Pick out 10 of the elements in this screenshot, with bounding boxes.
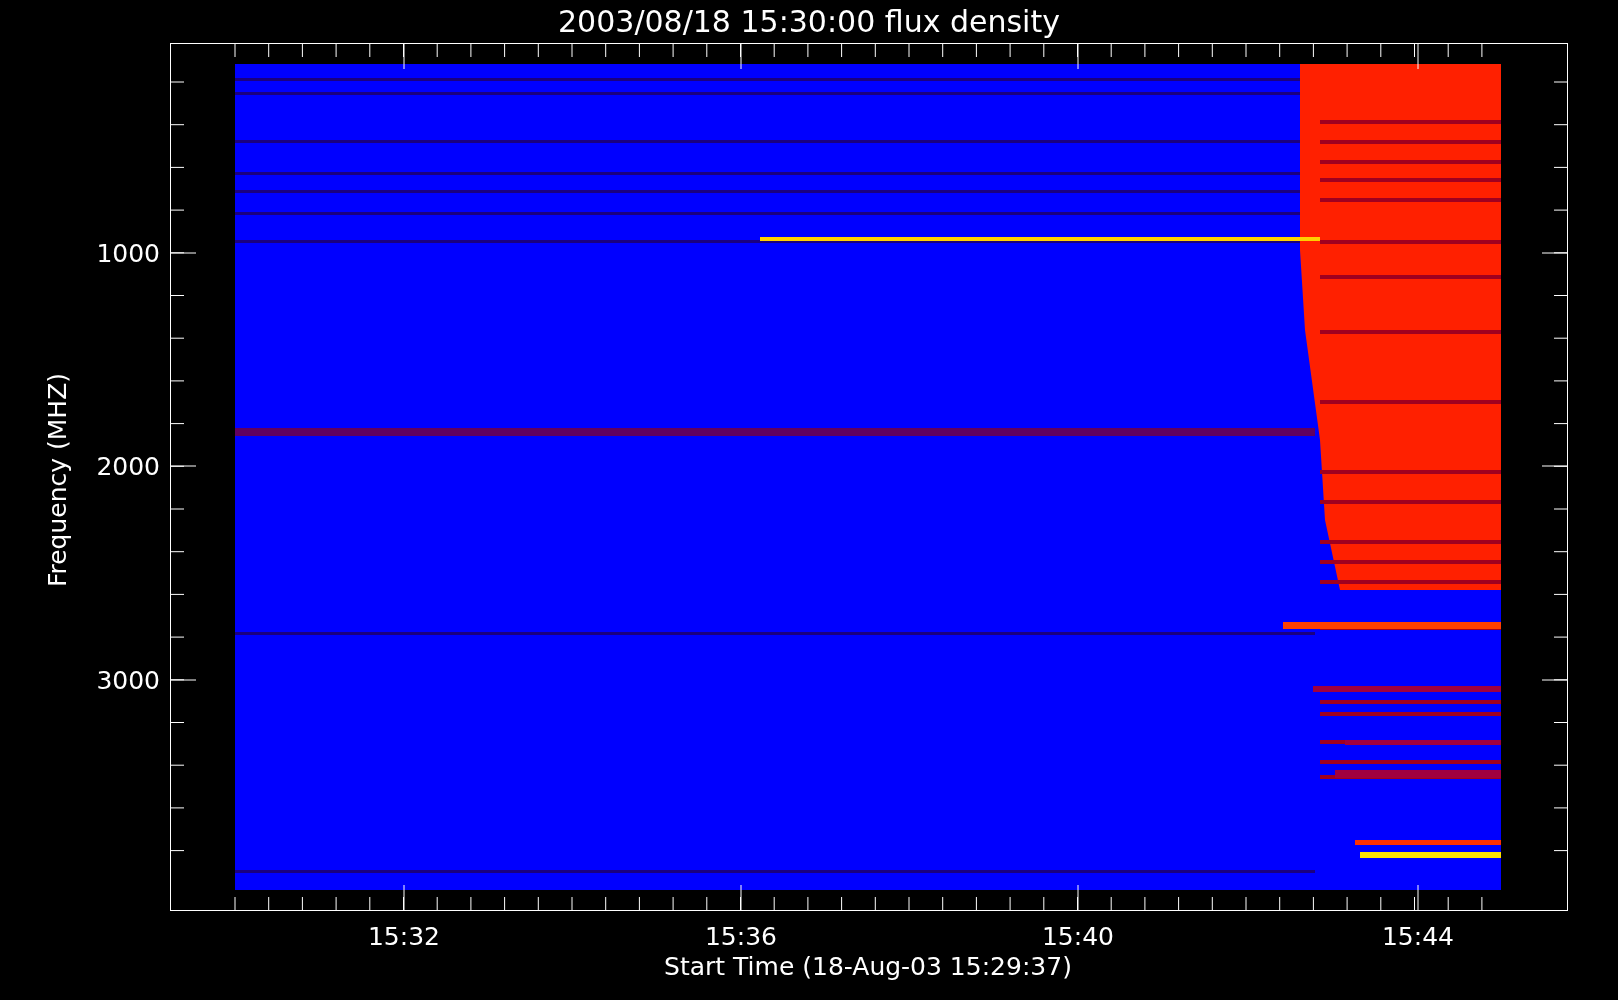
- y-tick-label: 3000: [96, 666, 160, 695]
- x-tick-label: 15:32: [368, 922, 440, 951]
- y-tick-label: 2000: [96, 452, 160, 481]
- x-tick-label: 15:36: [705, 922, 777, 951]
- y-tick-label: 1000: [96, 239, 160, 268]
- x-axis-label: Start Time (18-Aug-03 15:29:37): [664, 952, 1072, 981]
- x-tick-label: 15:44: [1382, 922, 1454, 951]
- y-axis-label: Frequency (MHZ): [43, 372, 72, 588]
- chart-title: 2003/08/18 15:30:00 flux density: [558, 4, 1060, 39]
- x-tick-label: 15:40: [1042, 922, 1114, 951]
